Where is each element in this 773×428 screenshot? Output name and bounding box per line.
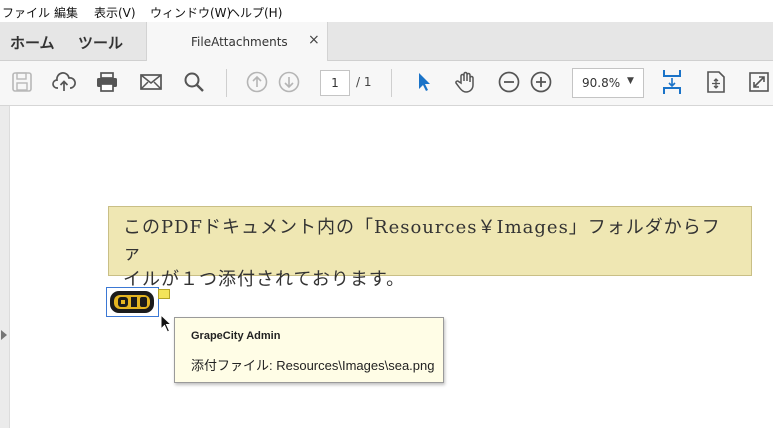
chevron-down-icon: ▼ — [627, 76, 634, 86]
hand-icon[interactable] — [453, 69, 479, 95]
menu-file[interactable]: ファイル — [2, 4, 50, 21]
mouse-cursor-icon — [160, 314, 173, 333]
document-view[interactable]: このPDFドキュメント内の「Resources￥Images」フォルダからファ … — [0, 106, 773, 428]
page-total: / 1 — [356, 75, 372, 89]
menu-window[interactable]: ウィンドウ(W) — [150, 4, 231, 21]
file-attachment-annotation[interactable] — [106, 287, 159, 317]
search-icon[interactable] — [181, 69, 207, 95]
page-number-input[interactable]: 1 — [320, 70, 350, 96]
tab-document-label: FileAttachments — [191, 35, 288, 49]
tooltip-text: 添付ファイル: Resources\Images\sea.png — [191, 358, 435, 373]
attachment-logo-icon — [110, 291, 154, 313]
tab-document[interactable]: FileAttachments × — [146, 22, 328, 61]
close-tab-button[interactable]: × — [308, 32, 320, 48]
mail-icon[interactable] — [138, 69, 164, 95]
note-line: このPDFドキュメント内の「Resources￥Images」フォルダからファ — [123, 217, 721, 264]
expand-panel-icon — [1, 330, 7, 340]
menu-bar: ファイル 編集 表示(V) ウィンドウ(W) ヘルプ(H) — [0, 0, 773, 22]
note-line: イルが１つ添付されております。 — [123, 269, 406, 290]
scroll-mode-icon[interactable] — [659, 69, 685, 95]
menu-edit[interactable]: 編集 — [54, 4, 78, 21]
print-icon[interactable] — [94, 69, 120, 95]
next-page-icon[interactable] — [276, 69, 302, 95]
tab-tools[interactable]: ツール — [78, 32, 123, 53]
toolbar-separator — [226, 69, 227, 97]
previous-page-icon[interactable] — [244, 69, 270, 95]
full-screen-icon[interactable] — [746, 69, 772, 95]
attachment-tooltip: GrapeCity Admin 添付ファイル: Resources\Images… — [174, 317, 444, 383]
note-box: このPDFドキュメント内の「Resources￥Images」フォルダからファ … — [108, 206, 752, 290]
zoom-in-icon[interactable] — [528, 69, 554, 95]
select-arrow-icon[interactable] — [410, 69, 436, 95]
tab-bar: ホーム ツール FileAttachments × — [0, 22, 773, 61]
save-icon[interactable] — [9, 69, 35, 95]
left-panel-toggle[interactable] — [0, 106, 10, 428]
zoom-select[interactable]: 90.8% ▼ — [572, 68, 644, 98]
tooltip-author: GrapeCity Admin — [191, 330, 281, 342]
zoom-out-icon[interactable] — [496, 69, 522, 95]
tab-home[interactable]: ホーム — [10, 32, 55, 53]
fit-page-icon[interactable] — [703, 69, 729, 95]
zoom-value: 90.8% — [582, 76, 621, 90]
attachment-pin-icon — [158, 289, 170, 299]
upload-cloud-icon[interactable] — [51, 69, 77, 95]
toolbar-separator — [391, 69, 392, 97]
menu-view[interactable]: 表示(V) — [94, 4, 136, 21]
toolbar: 1 / 1 90.8% ▼ — [0, 61, 773, 106]
menu-help[interactable]: ヘルプ(H) — [228, 4, 282, 21]
